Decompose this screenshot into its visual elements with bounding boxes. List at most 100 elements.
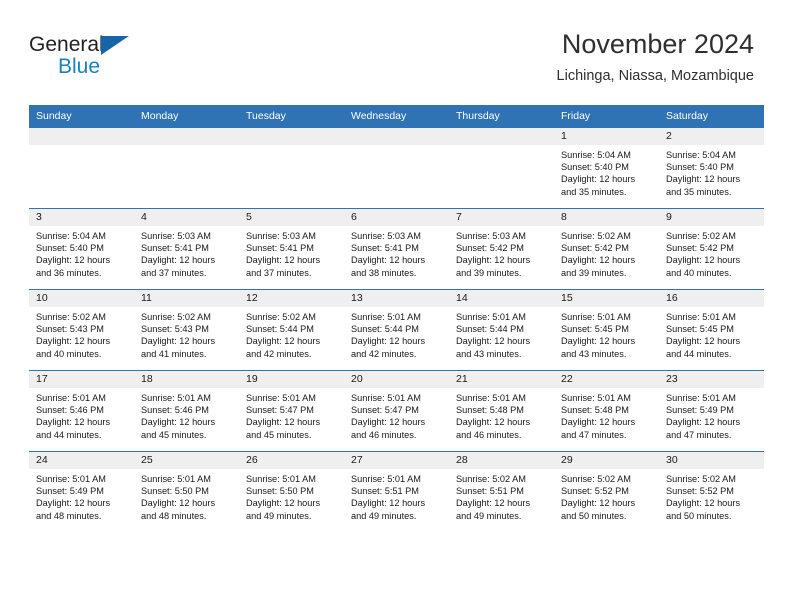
calendar-day-cell[interactable]: 4 Sunrise: 5:03 AM Sunset: 5:41 PM Daylig…	[134, 208, 239, 290]
day-number: 12	[239, 290, 344, 307]
day-details: Sunrise: 5:01 AM Sunset: 5:51 PM Dayligh…	[351, 474, 426, 521]
calendar-body: 1 Sunrise: 5:04 AM Sunset: 5:40 PM Daylig…	[29, 127, 764, 532]
day-number: 8	[554, 209, 659, 226]
calendar-day-cell[interactable]: 8 Sunrise: 5:02 AM Sunset: 5:42 PM Daylig…	[554, 208, 659, 290]
day-number: 5	[239, 209, 344, 226]
day-details: Sunrise: 5:03 AM Sunset: 5:42 PM Dayligh…	[456, 231, 531, 278]
calendar-day-cell[interactable]: 13 Sunrise: 5:01 AM Sunset: 5:44 PM Dayli…	[344, 289, 449, 371]
page-header: General Blue November 2024 Lichinga, Nia…	[0, 0, 792, 100]
calendar-day-cell[interactable]: 20 Sunrise: 5:01 AM Sunset: 5:47 PM Dayli…	[344, 370, 449, 452]
calendar-day-cell[interactable]: 28 Sunrise: 5:02 AM Sunset: 5:51 PM Dayli…	[449, 451, 554, 532]
day-number: 3	[29, 209, 134, 226]
calendar-day-cell[interactable]: 1 Sunrise: 5:04 AM Sunset: 5:40 PM Daylig…	[554, 127, 659, 209]
calendar-day-cell[interactable]: 21 Sunrise: 5:01 AM Sunset: 5:48 PM Dayli…	[449, 370, 554, 452]
calendar-day-cell[interactable]: 12 Sunrise: 5:02 AM Sunset: 5:44 PM Dayli…	[239, 289, 344, 371]
day-details: Sunrise: 5:04 AM Sunset: 5:40 PM Dayligh…	[666, 150, 741, 197]
calendar-week-row: 1 Sunrise: 5:04 AM Sunset: 5:40 PM Daylig…	[29, 127, 764, 209]
weekday-header-friday: Friday	[554, 105, 659, 128]
calendar-day-cell[interactable]: 25 Sunrise: 5:01 AM Sunset: 5:50 PM Dayli…	[134, 451, 239, 532]
day-details: Sunrise: 5:01 AM Sunset: 5:46 PM Dayligh…	[141, 393, 216, 440]
calendar-day-cell[interactable]: 18 Sunrise: 5:01 AM Sunset: 5:46 PM Dayli…	[134, 370, 239, 452]
sunrise-sunset-calendar-table: Sunday Monday Tuesday Wednesday Thursday…	[29, 105, 764, 532]
weekday-header-tuesday: Tuesday	[239, 105, 344, 128]
day-details: Sunrise: 5:02 AM Sunset: 5:52 PM Dayligh…	[561, 474, 636, 521]
day-number: 21	[449, 371, 554, 388]
general-blue-logo[interactable]: General Blue	[29, 33, 229, 85]
day-number: 17	[29, 371, 134, 388]
calendar-day-cell[interactable]: 22 Sunrise: 5:01 AM Sunset: 5:48 PM Dayli…	[554, 370, 659, 452]
day-details: Sunrise: 5:01 AM Sunset: 5:48 PM Dayligh…	[456, 393, 531, 440]
day-details: Sunrise: 5:02 AM Sunset: 5:42 PM Dayligh…	[666, 231, 741, 278]
day-details: Sunrise: 5:04 AM Sunset: 5:40 PM Dayligh…	[36, 231, 111, 278]
day-details: Sunrise: 5:01 AM Sunset: 5:49 PM Dayligh…	[666, 393, 741, 440]
day-details: Sunrise: 5:01 AM Sunset: 5:50 PM Dayligh…	[141, 474, 216, 521]
calendar-day-cell[interactable]: 24 Sunrise: 5:01 AM Sunset: 5:49 PM Dayli…	[29, 451, 134, 532]
calendar-day-cell[interactable]: 9 Sunrise: 5:02 AM Sunset: 5:42 PM Daylig…	[659, 208, 764, 290]
day-details: Sunrise: 5:03 AM Sunset: 5:41 PM Dayligh…	[141, 231, 216, 278]
day-number: 15	[554, 290, 659, 307]
day-number: 13	[344, 290, 449, 307]
calendar-day-cell[interactable]: 17 Sunrise: 5:01 AM Sunset: 5:46 PM Dayli…	[29, 370, 134, 452]
day-number: 26	[239, 452, 344, 469]
day-number: 30	[659, 452, 764, 469]
day-number: 23	[659, 371, 764, 388]
calendar-day-cell[interactable]: 11 Sunrise: 5:02 AM Sunset: 5:43 PM Dayli…	[134, 289, 239, 371]
day-number	[449, 128, 554, 145]
day-details: Sunrise: 5:02 AM Sunset: 5:43 PM Dayligh…	[141, 312, 216, 359]
calendar-day-cell[interactable]	[29, 127, 134, 209]
calendar-day-cell[interactable]: 23 Sunrise: 5:01 AM Sunset: 5:49 PM Dayli…	[659, 370, 764, 452]
day-number: 2	[659, 128, 764, 145]
calendar-day-cell[interactable]: 30 Sunrise: 5:02 AM Sunset: 5:52 PM Dayli…	[659, 451, 764, 532]
calendar-day-cell[interactable]: 10 Sunrise: 5:02 AM Sunset: 5:43 PM Dayli…	[29, 289, 134, 371]
day-number	[239, 128, 344, 145]
calendar-day-cell[interactable]	[239, 127, 344, 209]
day-details: Sunrise: 5:01 AM Sunset: 5:44 PM Dayligh…	[351, 312, 426, 359]
day-details: Sunrise: 5:04 AM Sunset: 5:40 PM Dayligh…	[561, 150, 636, 197]
day-number: 14	[449, 290, 554, 307]
day-details: Sunrise: 5:01 AM Sunset: 5:47 PM Dayligh…	[351, 393, 426, 440]
weekday-header-row: Sunday Monday Tuesday Wednesday Thursday…	[29, 105, 764, 128]
day-details: Sunrise: 5:02 AM Sunset: 5:42 PM Dayligh…	[561, 231, 636, 278]
calendar-day-cell[interactable]: 6 Sunrise: 5:03 AM Sunset: 5:41 PM Daylig…	[344, 208, 449, 290]
calendar-day-cell[interactable]: 16 Sunrise: 5:01 AM Sunset: 5:45 PM Dayli…	[659, 289, 764, 371]
calendar-day-cell[interactable]	[344, 127, 449, 209]
calendar-day-cell[interactable]: 27 Sunrise: 5:01 AM Sunset: 5:51 PM Dayli…	[344, 451, 449, 532]
calendar-day-cell[interactable]: 14 Sunrise: 5:01 AM Sunset: 5:44 PM Dayli…	[449, 289, 554, 371]
calendar-day-cell[interactable]: 3 Sunrise: 5:04 AM Sunset: 5:40 PM Daylig…	[29, 208, 134, 290]
day-number: 29	[554, 452, 659, 469]
day-details: Sunrise: 5:01 AM Sunset: 5:45 PM Dayligh…	[561, 312, 636, 359]
calendar-day-cell[interactable]: 29 Sunrise: 5:02 AM Sunset: 5:52 PM Dayli…	[554, 451, 659, 532]
day-number: 1	[554, 128, 659, 145]
day-details	[449, 145, 554, 149]
weekday-header-wednesday: Wednesday	[344, 105, 449, 128]
day-number: 28	[449, 452, 554, 469]
calendar-day-cell[interactable]: 26 Sunrise: 5:01 AM Sunset: 5:50 PM Dayli…	[239, 451, 344, 532]
day-details	[344, 145, 449, 149]
day-number: 20	[344, 371, 449, 388]
day-details: Sunrise: 5:03 AM Sunset: 5:41 PM Dayligh…	[351, 231, 426, 278]
day-number: 16	[659, 290, 764, 307]
calendar-day-cell[interactable]: 15 Sunrise: 5:01 AM Sunset: 5:45 PM Dayli…	[554, 289, 659, 371]
calendar-day-cell[interactable]: 7 Sunrise: 5:03 AM Sunset: 5:42 PM Daylig…	[449, 208, 554, 290]
day-number	[344, 128, 449, 145]
day-details: Sunrise: 5:01 AM Sunset: 5:45 PM Dayligh…	[666, 312, 741, 359]
logo-text-general: General	[29, 33, 104, 56]
day-details: Sunrise: 5:02 AM Sunset: 5:44 PM Dayligh…	[246, 312, 321, 359]
day-details	[29, 145, 134, 149]
day-number: 19	[239, 371, 344, 388]
page-title: November 2024	[561, 29, 754, 59]
day-details: Sunrise: 5:01 AM Sunset: 5:50 PM Dayligh…	[246, 474, 321, 521]
day-details: Sunrise: 5:01 AM Sunset: 5:49 PM Dayligh…	[36, 474, 111, 521]
calendar-day-cell[interactable]: 5 Sunrise: 5:03 AM Sunset: 5:41 PM Daylig…	[239, 208, 344, 290]
calendar-day-cell[interactable]: 2 Sunrise: 5:04 AM Sunset: 5:40 PM Daylig…	[659, 127, 764, 209]
day-details: Sunrise: 5:02 AM Sunset: 5:52 PM Dayligh…	[666, 474, 741, 521]
weekday-header-monday: Monday	[134, 105, 239, 128]
day-number: 25	[134, 452, 239, 469]
day-number: 24	[29, 452, 134, 469]
calendar-day-cell[interactable]: 19 Sunrise: 5:01 AM Sunset: 5:47 PM Dayli…	[239, 370, 344, 452]
weekday-header-saturday: Saturday	[659, 105, 764, 128]
calendar-day-cell[interactable]	[134, 127, 239, 209]
calendar-day-cell[interactable]	[449, 127, 554, 209]
logo-triangle-icon	[101, 36, 129, 55]
title-block: November 2024 Lichinga, Niassa, Mozambiq…	[557, 28, 754, 85]
